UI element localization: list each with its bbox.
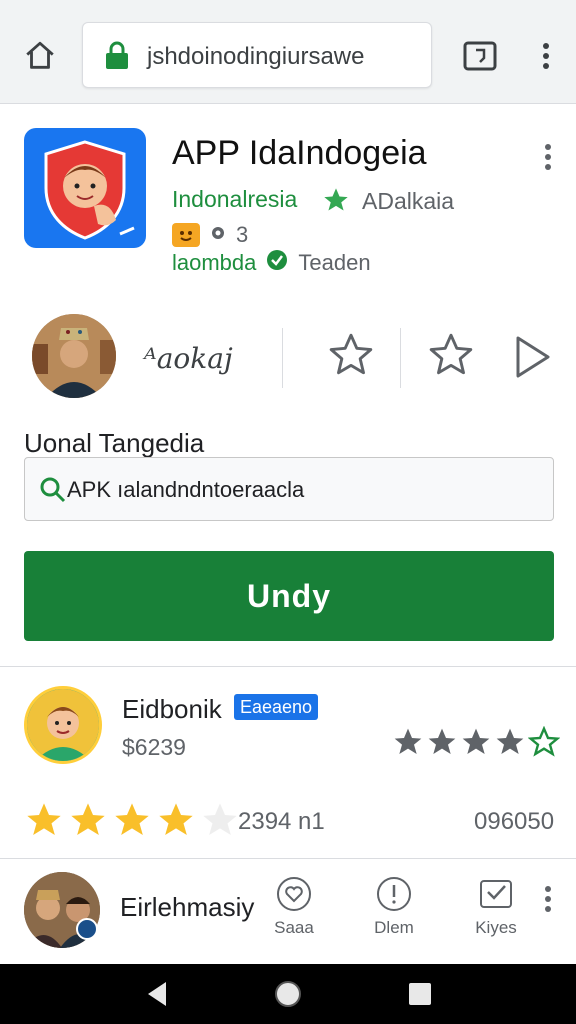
action-save[interactable]: Saaa [264,876,324,938]
action-label: Dlem [374,918,414,937]
creator-avatar[interactable] [32,314,116,398]
rating-stars[interactable] [24,800,240,844]
star-icon [462,728,490,754]
url-text: jshdoinodingiursawe [147,43,365,70]
back-icon[interactable] [142,978,174,1010]
star-outline-icon[interactable] [326,330,376,380]
app-more-icon[interactable] [538,142,558,172]
home-icon[interactable] [20,36,60,76]
tabs-icon[interactable] [462,38,498,74]
emoji-badge-icon [172,223,200,247]
developer-name[interactable]: Indonalresia [172,186,297,213]
search-icon [39,476,67,504]
recents-icon[interactable] [404,978,436,1010]
tag-row: laombda Teaden [172,250,371,276]
reviewer-badge: Eaeaeno [234,694,319,720]
creator-name: ᴬaokaj [144,342,233,375]
rating-number: 096050 [474,808,555,835]
action-keys[interactable]: Kiyes [466,876,526,938]
user-name: Eirlehmasiy [120,892,255,922]
system-nav-bar [0,964,576,1024]
check-leaf-icon [266,249,288,277]
content-rating-text: 3 [236,222,249,247]
star-icon [71,803,105,835]
star-icon [159,803,193,835]
lock-icon [103,41,131,71]
review-stars [392,726,560,760]
search-label: Uonal Tangedia [24,428,205,458]
content-rating-row: 3 [172,222,248,248]
home-circle-icon[interactable] [272,978,304,1010]
star-icon [322,186,350,214]
search-value: APK ıalandndntoeraacla [67,477,305,502]
more-vert-icon[interactable] [536,38,556,74]
browser-toolbar: jshdoinodingiursawe [0,0,576,104]
search-input[interactable]: APK ıalandndntoeraacla [24,457,554,521]
divider [282,328,283,388]
star-icon [27,803,61,835]
star-icon [428,728,456,754]
star-icon [496,728,524,754]
tag-primary[interactable]: laombda [172,250,256,276]
verified-badge-icon [76,918,98,940]
divider [0,666,576,667]
action-label: Saaa [274,918,314,937]
tag-secondary: Teaden [298,250,371,275]
heart-circle-icon [277,877,311,911]
more-vert-icon[interactable] [538,884,558,914]
app-category: ADalkaia [362,188,455,214]
play-icon[interactable] [512,334,552,380]
divider [400,328,401,388]
star-icon [115,803,149,835]
reviewer-avatar[interactable] [24,686,102,764]
check-box-icon [480,880,512,908]
info-circle-icon [377,877,411,911]
rating-count: 2394 n1 [238,808,325,835]
star-icon [394,728,422,754]
star-outline-icon[interactable] [426,330,476,380]
action-info[interactable]: Dlem [364,876,424,938]
app-icon [24,128,146,248]
install-button[interactable]: Undy [24,551,554,641]
reviewer-name: Eidbonik [122,694,222,724]
star-outline-icon [528,726,560,757]
action-label: Kiyes [475,918,517,937]
divider [0,858,576,859]
address-bar[interactable]: jshdoinodingiursawe [82,22,432,88]
star-empty-icon [203,803,237,835]
app-title: APP IdaIndogeia [172,134,427,172]
review-price: $6239 [122,734,186,760]
gear-icon [208,223,228,248]
